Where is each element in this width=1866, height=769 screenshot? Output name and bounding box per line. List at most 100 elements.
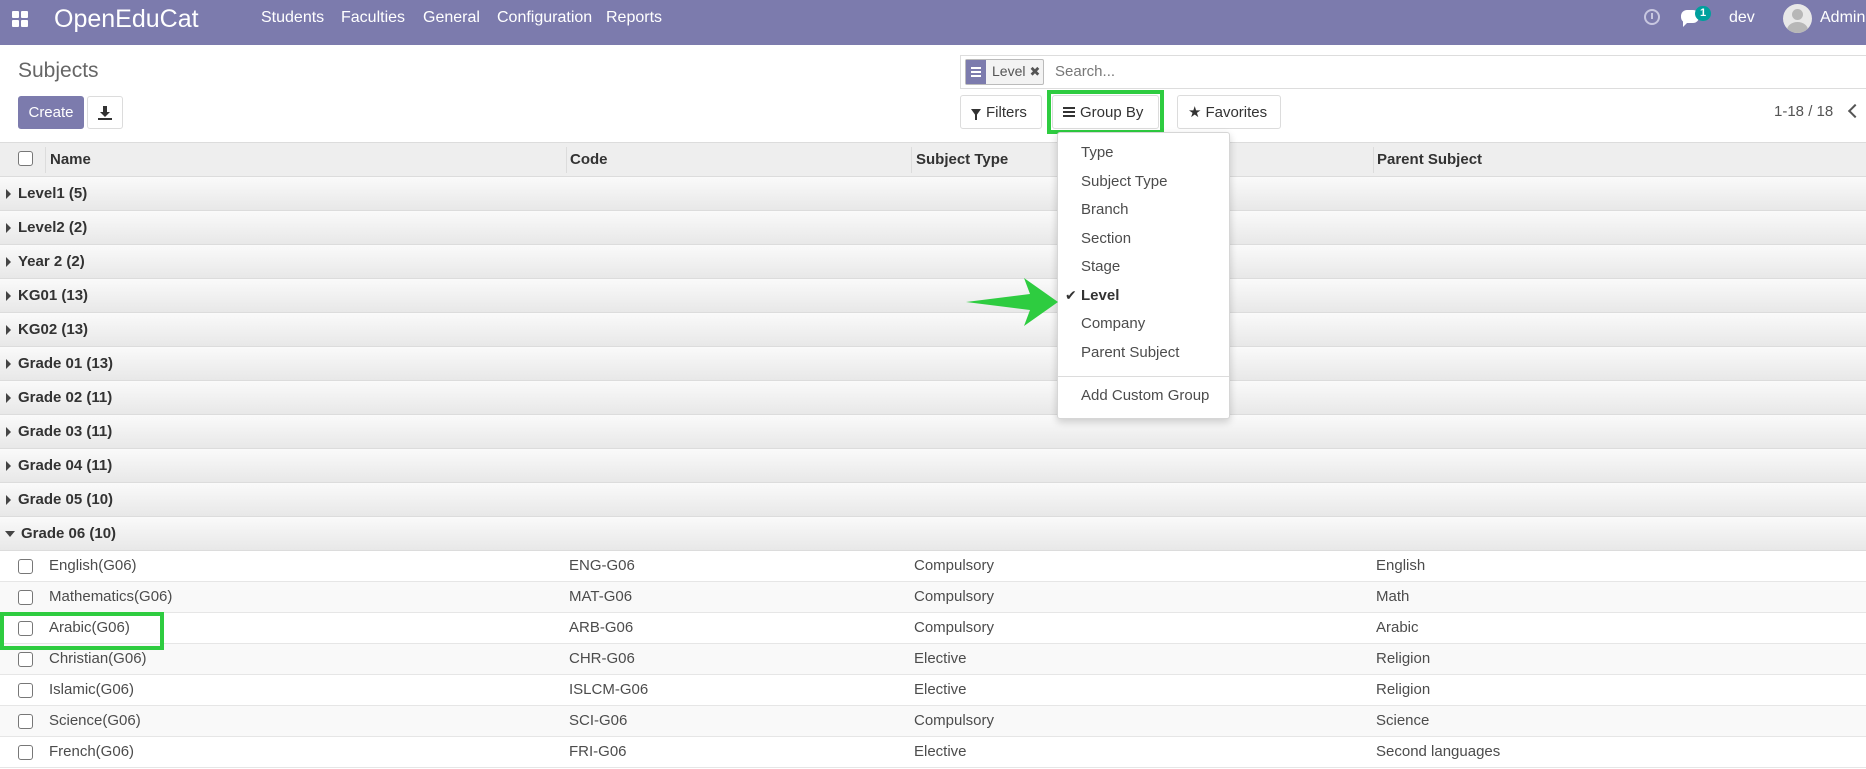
table-row[interactable]: Arabic(G06) ARB-G06 Compulsory Arabic: [0, 613, 1866, 644]
group-label: Grade 06 (10): [21, 525, 117, 542]
subjects-list-table: Name Code Subject Type Parent Subject Le…: [0, 142, 1866, 768]
create-button[interactable]: Create: [18, 96, 84, 129]
group-row[interactable]: Level2 (2): [0, 211, 1866, 245]
groupby-option-branch[interactable]: Branch: [1081, 201, 1129, 218]
cell-name: French(G06): [49, 743, 135, 760]
group-label: Level1 (5): [18, 185, 88, 202]
group-row[interactable]: Grade 03 (11): [0, 415, 1866, 449]
arabic-row-highlight: [0, 612, 164, 650]
caret-right-icon: [6, 393, 11, 403]
group-row[interactable]: Grade 01 (13): [0, 347, 1866, 381]
column-divider: [566, 147, 567, 173]
row-checkbox[interactable]: [18, 590, 33, 605]
group-label: Grade 01 (13): [18, 355, 114, 372]
cell-name: Islamic(G06): [49, 681, 135, 698]
groupby-option-type[interactable]: Type: [1081, 144, 1114, 161]
page-title: Subjects: [18, 59, 99, 82]
group-label: Level2 (2): [18, 219, 88, 236]
group-by-highlight: [1047, 90, 1164, 134]
cell-parent-subject: Religion: [1376, 650, 1431, 667]
search-bar[interactable]: Level ✖: [960, 55, 1866, 89]
checkmark-icon: ✔: [1065, 287, 1077, 303]
pager-previous-icon[interactable]: [1847, 103, 1863, 119]
user-name[interactable]: Adminis: [1820, 9, 1866, 27]
column-header-subject-type[interactable]: Subject Type: [916, 151, 1008, 168]
column-header-parent-subject[interactable]: Parent Subject: [1377, 151, 1482, 168]
brand-name[interactable]: OpenEduCat: [54, 5, 199, 34]
cell-code: FRI-G06: [569, 743, 627, 760]
groupby-option-stage[interactable]: Stage: [1081, 258, 1120, 275]
table-row[interactable]: French(G06) FRI-G06 Elective Second lang…: [0, 737, 1866, 768]
menu-students[interactable]: Students: [261, 9, 324, 27]
menu-configuration[interactable]: Configuration: [497, 9, 592, 27]
cell-parent-subject: Science: [1376, 712, 1430, 729]
database-label: dev: [1729, 9, 1755, 26]
column-divider: [911, 147, 912, 173]
table-row[interactable]: Science(G06) SCI-G06 Compulsory Science: [0, 706, 1866, 737]
annotation-arrow-icon: [966, 278, 1058, 326]
column-header-code[interactable]: Code: [570, 151, 608, 168]
search-input[interactable]: [1053, 62, 1753, 81]
apps-menu-icon[interactable]: [12, 11, 28, 27]
groupby-option-level[interactable]: Level: [1081, 287, 1119, 304]
group-row[interactable]: Grade 02 (11): [0, 381, 1866, 415]
table-row[interactable]: Islamic(G06) ISLCM-G06 Elective Religion: [0, 675, 1866, 706]
search-facet-level: Level ✖: [965, 59, 1045, 85]
group-by-dropdown: Type Subject Type Branch Section Stage ✔…: [1057, 132, 1230, 419]
group-row[interactable]: Grade 05 (10): [0, 483, 1866, 517]
table-row[interactable]: Christian(G06) CHR-G06 Elective Religion: [0, 644, 1866, 675]
table-row[interactable]: Mathematics(G06) MAT-G06 Compulsory Math: [0, 582, 1866, 613]
menu-reports[interactable]: Reports: [606, 9, 662, 27]
cell-name: Science(G06): [49, 712, 141, 729]
groupby-option-company[interactable]: Company: [1081, 315, 1145, 332]
caret-right-icon: [6, 325, 11, 335]
table-row[interactable]: English(G06) ENG-G06 Compulsory English: [0, 551, 1866, 582]
caret-right-icon: [6, 427, 11, 437]
groupby-option-section[interactable]: Section: [1081, 230, 1131, 247]
cell-code: ARB-G06: [569, 619, 634, 636]
pager-value[interactable]: 1-18 / 18: [1774, 103, 1833, 120]
column-header-name[interactable]: Name: [50, 151, 91, 168]
column-divider: [45, 147, 46, 173]
menu-faculties[interactable]: Faculties: [341, 9, 405, 27]
group-row[interactable]: Year 2 (2): [0, 245, 1866, 279]
cell-name: Christian(G06): [49, 650, 147, 667]
activity-clock-icon[interactable]: [1644, 9, 1660, 25]
favorites-button[interactable]: ★ Favorites: [1177, 95, 1281, 129]
groupby-option-parent-subject[interactable]: Parent Subject: [1081, 344, 1179, 361]
facet-remove-icon[interactable]: ✖: [1029, 60, 1043, 84]
row-checkbox[interactable]: [18, 559, 33, 574]
export-button[interactable]: [87, 96, 123, 129]
group-row-expanded[interactable]: Grade 06 (10): [0, 517, 1866, 551]
filters-button[interactable]: Filters: [960, 95, 1042, 129]
row-checkbox[interactable]: [18, 652, 33, 667]
cell-subject-type: Elective: [914, 650, 967, 667]
top-navbar: OpenEduCat Students Faculties General Co…: [0, 0, 1866, 45]
group-label: Grade 04 (11): [18, 457, 113, 474]
cell-subject-type: Compulsory: [914, 588, 995, 605]
user-avatar[interactable]: [1783, 4, 1812, 33]
menu-general[interactable]: General: [423, 9, 480, 27]
table-header: Name Code Subject Type Parent Subject: [0, 142, 1866, 177]
row-checkbox[interactable]: [18, 745, 33, 760]
caret-right-icon: [6, 189, 11, 199]
filter-icon: [971, 108, 981, 120]
cell-code: ENG-G06: [569, 557, 635, 574]
groupby-option-subject-type[interactable]: Subject Type: [1081, 173, 1167, 190]
cell-code: ISLCM-G06: [569, 681, 649, 698]
caret-down-icon: [5, 531, 15, 537]
group-row[interactable]: KG02 (13): [0, 313, 1866, 347]
facet-label: Level: [992, 63, 1026, 79]
cell-parent-subject: Second languages: [1376, 743, 1501, 760]
add-custom-group-button[interactable]: Add Custom Group: [1081, 387, 1209, 404]
group-row[interactable]: Grade 04 (11): [0, 449, 1866, 483]
caret-right-icon: [6, 495, 11, 505]
cell-subject-type: Elective: [914, 681, 967, 698]
group-label: Grade 03 (11): [18, 423, 113, 440]
select-all-checkbox[interactable]: [18, 151, 33, 166]
row-checkbox[interactable]: [18, 683, 33, 698]
column-divider: [1373, 147, 1374, 173]
row-checkbox[interactable]: [18, 714, 33, 729]
group-row[interactable]: KG01 (13): [0, 279, 1866, 313]
group-row[interactable]: Level1 (5): [0, 177, 1866, 211]
